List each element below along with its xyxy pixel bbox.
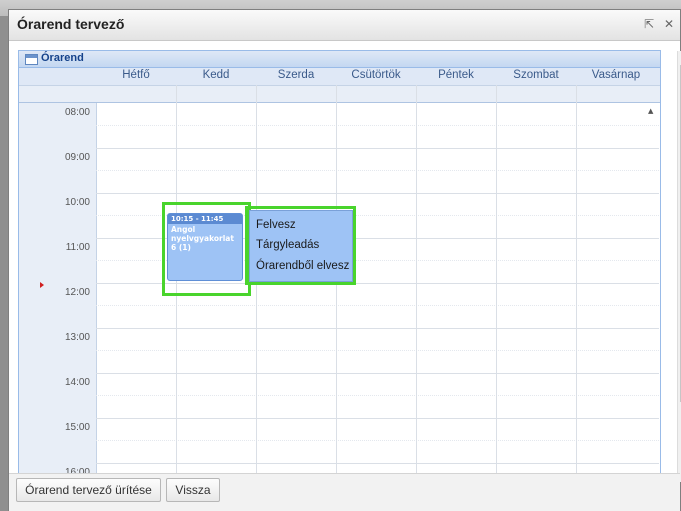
half-hour-gridline <box>96 395 659 396</box>
panel-header: Órarend <box>19 51 660 68</box>
hour-label: 13:00 <box>64 332 90 343</box>
grid-scroll-up-icon[interactable]: ▲ <box>648 107 653 115</box>
day-sunday: Vasárnap <box>591 69 641 81</box>
day-wednesday: Szerda <box>277 69 315 81</box>
time-grid[interactable]: 08:00 09:00 10:00 11:00 12:00 13:00 14:0… <box>19 85 660 483</box>
day-gridline <box>576 85 577 483</box>
dialog-title: Órarend tervező <box>17 16 125 32</box>
back-button[interactable]: Vissza <box>166 478 220 502</box>
dialog-titlebar[interactable]: Órarend tervező ⇱ ✕ <box>9 10 680 41</box>
hour-gridline <box>96 193 659 194</box>
half-hour-gridline <box>96 170 659 171</box>
half-hour-gridline <box>96 350 659 351</box>
hour-column: 08:00 09:00 10:00 11:00 12:00 13:00 14:0… <box>19 103 97 483</box>
hour-label: 11:00 <box>65 242 90 253</box>
day-gridline <box>496 85 497 483</box>
background-page-edge <box>0 16 8 511</box>
day-saturday: Szombat <box>513 69 559 81</box>
clear-planner-button[interactable]: Órarend tervező ürítése <box>16 478 161 502</box>
current-time-marker <box>40 282 44 288</box>
hour-label: 08:00 <box>64 107 90 118</box>
hour-gridline <box>96 148 659 149</box>
hour-gridline <box>96 328 659 329</box>
event-highlight-box <box>162 202 251 296</box>
hour-label: 12:00 <box>64 287 90 298</box>
dialog-footer: Órarend tervező ürítése Vissza <box>9 473 680 511</box>
panel-title: Órarend <box>41 52 84 64</box>
hour-gridline <box>96 418 659 419</box>
all-day-row[interactable] <box>19 86 660 103</box>
day-thursday: Csütörtök <box>351 69 401 81</box>
vertical-scrollbar[interactable]: ▲ ▼ <box>677 51 681 482</box>
hour-label: 15:00 <box>64 422 90 433</box>
day-gridline <box>416 85 417 483</box>
hour-gridline <box>96 373 659 374</box>
half-hour-gridline <box>96 305 659 306</box>
day-header-row: Hétfő Kedd Szerda Csütörtök Péntek Szomb… <box>19 68 660 86</box>
planner-dialog: Órarend tervező ⇱ ✕ Órarend Hétfő Kedd S… <box>8 9 681 511</box>
close-icon[interactable]: ✕ <box>664 17 674 31</box>
hour-label: 09:00 <box>64 152 90 163</box>
calendar-icon <box>25 54 38 65</box>
menu-highlight-box <box>245 206 356 285</box>
day-monday: Hétfő <box>122 69 150 81</box>
hour-label: 14:00 <box>64 377 90 388</box>
half-hour-gridline <box>96 440 659 441</box>
hour-label: 10:00 <box>64 197 90 208</box>
day-friday: Péntek <box>438 69 474 81</box>
half-hour-gridline <box>96 125 659 126</box>
day-tuesday: Kedd <box>202 69 230 81</box>
hour-gridline <box>96 463 659 464</box>
maximize-icon[interactable]: ⇱ <box>644 17 654 31</box>
